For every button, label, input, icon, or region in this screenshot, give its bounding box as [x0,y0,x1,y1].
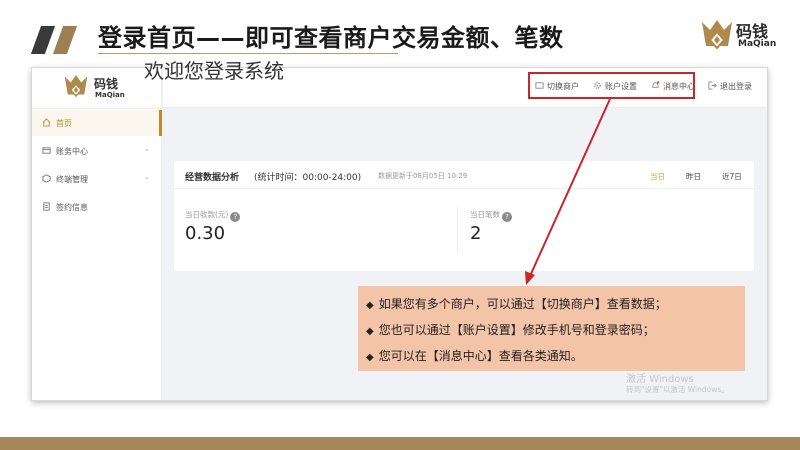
logo-name-en: MaQian [95,91,125,99]
sidebar-item-label: 首页 [56,119,72,128]
callout-line: ◆ 如果您有多个商户，可以通过【切换商户】查看数据； [366,295,667,312]
sidebar: 码钱 MaQian 首页 账务中心 ⌄ 终端管理 ⌄ 签约信息 [32,68,162,400]
stat-label-count: 当日笔数? [470,209,512,222]
contract-icon [43,202,50,211]
activation-watermark-hint: 转到"设置"以激活 Windows。 [626,385,729,394]
sidebar-item-terminal[interactable]: 终端管理 ⌄ [32,166,162,192]
stat-label-amount: 当日收款(元)? [185,209,241,222]
sidebar-item-contract[interactable]: 签约信息 [32,194,162,220]
logout-button[interactable]: 退出登录 [708,81,752,92]
diamond-bullet-icon: ◆ [366,326,374,337]
stat-label-text: 当日收款(元) [185,210,229,219]
decor-bar-dark [30,26,56,54]
brand-name-en: MaQian [738,39,777,49]
logo-emblem-icon [64,75,88,98]
stat-divider [457,207,458,253]
sidebar-item-home[interactable]: 首页 [32,110,162,136]
stat-value-amount: 0.30 [185,223,226,244]
home-icon [42,118,51,127]
diamond-bullet-icon: ◆ [366,352,374,363]
chevron-down-icon: ⌄ [144,145,150,153]
callout-text: 您可以在【消息中心】查看各类通知。 [378,349,583,363]
brand-emblem-icon [702,20,732,50]
logout-label: 退出登录 [720,82,752,91]
stat-value-count: 2 [470,223,482,244]
callout-text: 您也可以通过【账户设置】修改手机号和登录密码； [378,323,655,337]
sidebar-logo[interactable]: 码钱 MaQian [62,72,142,104]
help-icon[interactable]: ? [502,212,512,222]
welcome-heading: 欢迎您登录系统 [144,59,284,83]
card-title: 经营数据分析 [185,173,240,183]
period-tab-today[interactable]: 当日 [650,171,665,182]
business-data-card: 经营数据分析 (统计时间：00:00-24:00) 数据更新于08月05日 10… [174,161,754,271]
callout-line: ◆ 您可以在【消息中心】查看各类通知。 [366,347,583,364]
terminal-icon [42,174,51,183]
sidebar-item-label: 签约信息 [56,203,88,212]
slide: 登录首页——即可查看商户交易金额、笔数 码钱 MaQian 码钱 MaQian [0,0,800,450]
period-tab-yesterday[interactable]: 昨日 [686,171,701,182]
finance-icon [42,147,51,154]
card-header: 经营数据分析 (统计时间：00:00-24:00) 数据更新于08月05日 10… [174,161,754,189]
activation-watermark-title: 激活 Windows [626,374,694,385]
callout-line: ◆ 您也可以通过【账户设置】修改手机号和登录密码； [366,321,655,338]
logo-name-cn: 码钱 [94,77,119,91]
brand-logo: 码钱 MaQian [700,16,790,58]
decor-bar-gold [52,26,78,54]
footer-bar [0,437,800,450]
callout-box: ◆ 如果您有多个商户，可以通过【切换商户】查看数据； ◆ 您也可以通过【账户设置】修… [358,286,745,371]
sidebar-item-label: 终端管理 [56,175,88,184]
title-underline [98,53,398,54]
help-icon[interactable]: ? [230,212,241,222]
slide-title: 登录首页——即可查看商户交易金额、笔数 [98,24,564,52]
sidebar-item-finance[interactable]: 账务中心 ⌄ [32,138,162,164]
sidebar-item-label: 账务中心 [56,147,88,156]
stat-label-text: 当日笔数 [470,210,500,219]
period-tab-last7days[interactable]: 近7日 [722,171,742,182]
chevron-down-icon: ⌄ [144,173,150,181]
topbar-highlight-box [528,72,695,99]
diamond-bullet-icon: ◆ [366,300,374,311]
logout-icon [708,81,717,90]
callout-text: 如果您有多个商户，可以通过【切换商户】查看数据； [378,297,667,311]
card-time-range: (统计时间：00:00-24:00) [254,173,362,183]
sidebar-divider [32,108,162,109]
card-updated-time: 数据更新于08月05日 10:29 [378,172,468,180]
